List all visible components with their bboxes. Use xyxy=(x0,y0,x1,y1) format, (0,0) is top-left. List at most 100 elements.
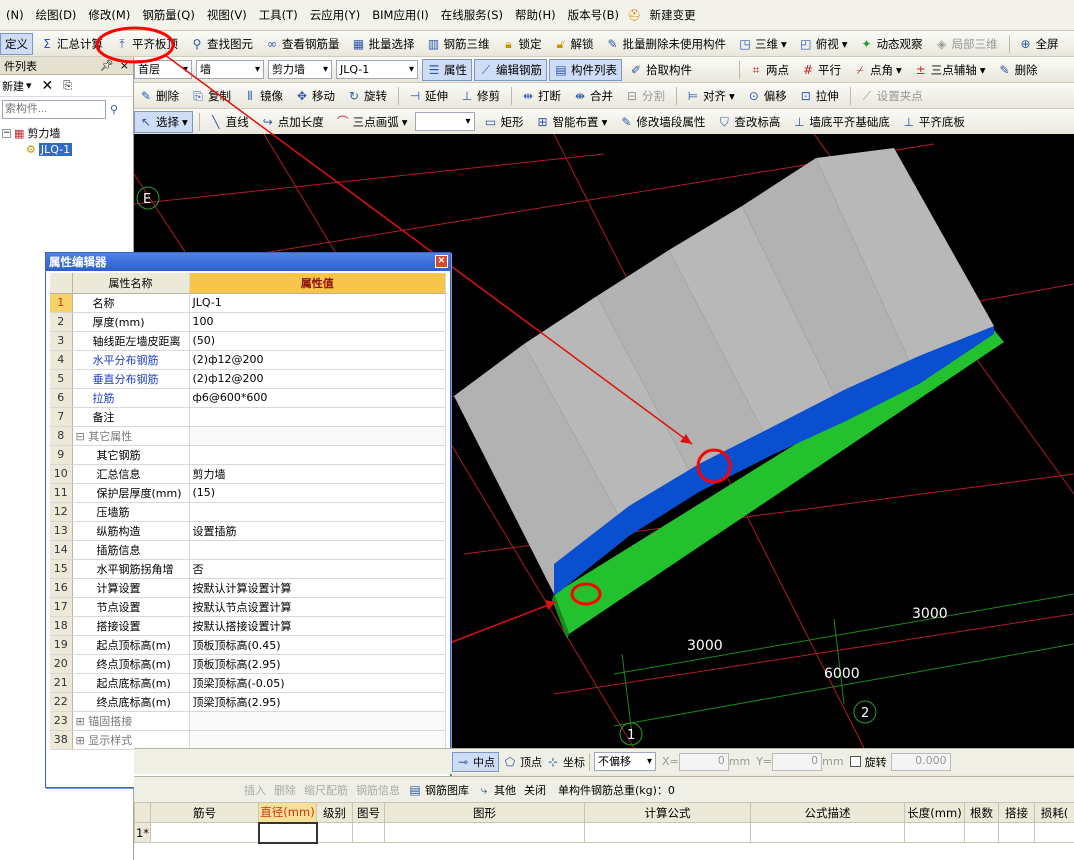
find-element-button[interactable]: ⚲ 查找图元 xyxy=(185,33,258,55)
close-button[interactable]: 关闭 xyxy=(524,782,546,798)
property-row[interactable]: 16 计算设置 按默认计算设置计算 xyxy=(50,578,446,598)
tree-collapse-icon[interactable]: − xyxy=(2,128,11,138)
rebar-3d-button[interactable]: ▥ 钢筋三维 xyxy=(422,33,495,55)
wall-bottom-align-button[interactable]: ⊥ 墙底平齐基础底 xyxy=(787,111,895,133)
offset-button[interactable]: ⊙ 偏移 xyxy=(742,85,792,107)
stretch-button[interactable]: ⊡ 拉伸 xyxy=(794,85,844,107)
pick-component-button[interactable]: ✐ 拾取构件 xyxy=(624,59,697,81)
property-value[interactable]: (2)ф12@200 xyxy=(189,350,446,370)
menu-item-online[interactable]: 在线服务(S) xyxy=(435,0,509,31)
property-value[interactable] xyxy=(189,711,446,731)
view-rebar-qty-button[interactable]: ∞ 查看钢筋量 xyxy=(260,33,345,55)
two-point-axis-button[interactable]: ⌗ 两点 xyxy=(744,59,794,81)
batch-delete-unused-button[interactable]: ✎ 批量删除未使用构件 xyxy=(601,33,732,55)
menu-item-n[interactable]: (N) xyxy=(0,0,30,31)
menu-item-tools[interactable]: 工具(T) xyxy=(253,0,304,31)
property-row[interactable]: 9 其它钢筋 xyxy=(50,445,446,465)
property-row[interactable]: 8 ⊟ 其它属性 xyxy=(50,426,446,446)
rotate-angle-input[interactable]: 0.000 xyxy=(890,752,951,771)
delete-x-icon[interactable]: ✕ xyxy=(42,78,54,94)
point-angle-axis-button[interactable]: ⌿ 点角 ▾ xyxy=(848,59,907,81)
smart-layout-button[interactable]: ⊞ 智能布置 ▾ xyxy=(531,111,613,133)
menu-item-view[interactable]: 视图(V) xyxy=(201,0,253,31)
property-row[interactable]: 23 ⊞ 锚固搭接 xyxy=(50,711,446,731)
property-value[interactable]: 按默认搭接设置计算 xyxy=(189,616,446,636)
element-type-select[interactable]: 墙 xyxy=(196,60,264,79)
delete-row-button[interactable]: 删除 xyxy=(274,782,296,798)
merge-button[interactable]: ⇼ 合并 xyxy=(568,85,618,107)
check-elevation-button[interactable]: ⛉ 查改标高 xyxy=(712,111,785,133)
menu-item-version[interactable]: 版本号(B) xyxy=(562,0,625,31)
property-value[interactable]: 剪力墙 xyxy=(189,464,446,484)
summary-calc-button[interactable]: Σ 汇总计算 xyxy=(35,33,108,55)
rectangle-button[interactable]: ▭ 矩形 xyxy=(479,111,529,133)
search-icon[interactable]: ⚲ xyxy=(110,103,118,116)
top-view-button[interactable]: ◰ 俯视 ▾ xyxy=(794,33,853,55)
mirror-button[interactable]: ⫴ 镜像 xyxy=(238,85,288,107)
new-button[interactable]: 新建 ▾ xyxy=(2,78,32,94)
property-value[interactable] xyxy=(189,730,446,750)
property-value[interactable]: (2)ф12@200 xyxy=(189,369,446,389)
snap-coord-button[interactable]: ⊹ 坐标 xyxy=(546,754,585,770)
property-value[interactable]: (15) xyxy=(189,483,446,503)
batch-select-button[interactable]: ▦ 批量选择 xyxy=(347,33,420,55)
property-value[interactable]: ф6@600*600 xyxy=(189,388,446,408)
local-3d-button[interactable]: ◈ 局部三维 xyxy=(930,33,1003,55)
set-grip-button[interactable]: ⟋ 设置夹点 xyxy=(855,85,928,107)
property-row[interactable]: 20 终点顶标高(m) 顶板顶标高(2.95) xyxy=(50,654,446,674)
property-value[interactable]: 顶梁顶标高(2.95) xyxy=(189,692,446,712)
property-row[interactable]: 19 起点顶标高(m) 顶板顶标高(0.45) xyxy=(50,635,446,655)
property-value[interactable]: JLQ-1 xyxy=(189,293,446,313)
three-point-axis-button[interactable]: ± 三点辅轴 ▾ xyxy=(909,59,991,81)
menu-item-help[interactable]: 帮助(H) xyxy=(509,0,562,31)
align-button[interactable]: ⊨ 对齐 ▾ xyxy=(681,85,740,107)
move-button[interactable]: ✥ 移动 xyxy=(290,85,340,107)
delete-axis-button[interactable]: ✎ 删除 xyxy=(993,59,1043,81)
edit-rebar-button[interactable]: ⟋ 编辑钢筋 xyxy=(474,58,547,81)
insert-button[interactable]: 插入 xyxy=(244,782,266,798)
point-length-button[interactable]: ↪ 点加长度 xyxy=(256,111,329,133)
property-value[interactable] xyxy=(189,407,446,427)
split-button[interactable]: ⊟ 分割 xyxy=(620,85,670,107)
menu-item-bim[interactable]: BIM应用(I) xyxy=(366,0,435,31)
draw-mode-select[interactable] xyxy=(414,112,475,131)
pin-icon[interactable]: 📌︎ xyxy=(100,59,114,72)
delete-button[interactable]: ✎ 删除 xyxy=(134,85,184,107)
property-row[interactable]: 5 垂直分布钢筋 (2)ф12@200 xyxy=(50,369,446,389)
align-bottom-slab-button[interactable]: ⊥ 平齐底板 xyxy=(897,111,970,133)
line-button[interactable]: ╲ 直线 xyxy=(204,111,254,133)
property-value[interactable]: 按默认计算设置计算 xyxy=(189,578,446,598)
property-row[interactable]: 1 名称 JLQ-1 xyxy=(50,293,446,313)
property-row[interactable]: 17 节点设置 按默认节点设置计算 xyxy=(50,597,446,617)
properties-button[interactable]: ☰ 属性 xyxy=(422,58,472,81)
floor-select[interactable]: 首层 xyxy=(134,60,192,79)
define-button[interactable]: 定义 xyxy=(0,32,33,55)
property-row[interactable]: 11 保护层厚度(mm) (15) xyxy=(50,483,446,503)
copy-icon[interactable]: ⎘ xyxy=(63,79,72,93)
break-button[interactable]: ⇹ 打断 xyxy=(516,85,566,107)
property-row[interactable]: 12 压墙筋 xyxy=(50,502,446,522)
tree-root-label[interactable]: 剪力墙 xyxy=(27,125,60,141)
component-select[interactable]: JLQ-1 xyxy=(336,60,418,79)
tree-child-label[interactable]: JLQ-1 xyxy=(38,142,73,156)
snap-midpoint-button[interactable]: ⊸ 中点 xyxy=(452,751,499,772)
align-slab-top-button[interactable]: ⤒ 平齐板顶 xyxy=(110,33,183,55)
property-row[interactable]: 10 汇总信息 剪力墙 xyxy=(50,464,446,484)
property-value[interactable] xyxy=(189,502,446,522)
menu-item-cloud[interactable]: 云应用(Y) xyxy=(304,0,367,31)
rebar-library-button[interactable]: 钢筋图库 xyxy=(425,782,469,798)
orbit-button[interactable]: ✦ 动态观察 xyxy=(855,33,928,55)
property-row[interactable]: 14 插筋信息 xyxy=(50,540,446,560)
dialog-close-icon[interactable]: × xyxy=(435,255,448,268)
menu-item-new-change[interactable]: 新建变更 xyxy=(644,0,702,31)
rotate-checkbox[interactable] xyxy=(849,756,861,767)
property-row[interactable]: 7 备注 xyxy=(50,407,446,427)
three-point-arc-button[interactable]: ⌒ 三点画弧 ▾ xyxy=(331,111,413,133)
menu-item-rebar-qty[interactable]: 钢筋量(Q) xyxy=(136,0,201,31)
property-row[interactable]: 6 拉筋 ф6@600*600 xyxy=(50,388,446,408)
property-row[interactable]: 21 起点底标高(m) 顶梁顶标高(-0.05) xyxy=(50,673,446,693)
other-button[interactable]: 其他 xyxy=(494,782,516,798)
trim-button[interactable]: ⊥ 修剪 xyxy=(455,85,505,107)
property-value[interactable]: (50) xyxy=(189,331,446,351)
table-row[interactable]: 1* xyxy=(134,821,1074,844)
